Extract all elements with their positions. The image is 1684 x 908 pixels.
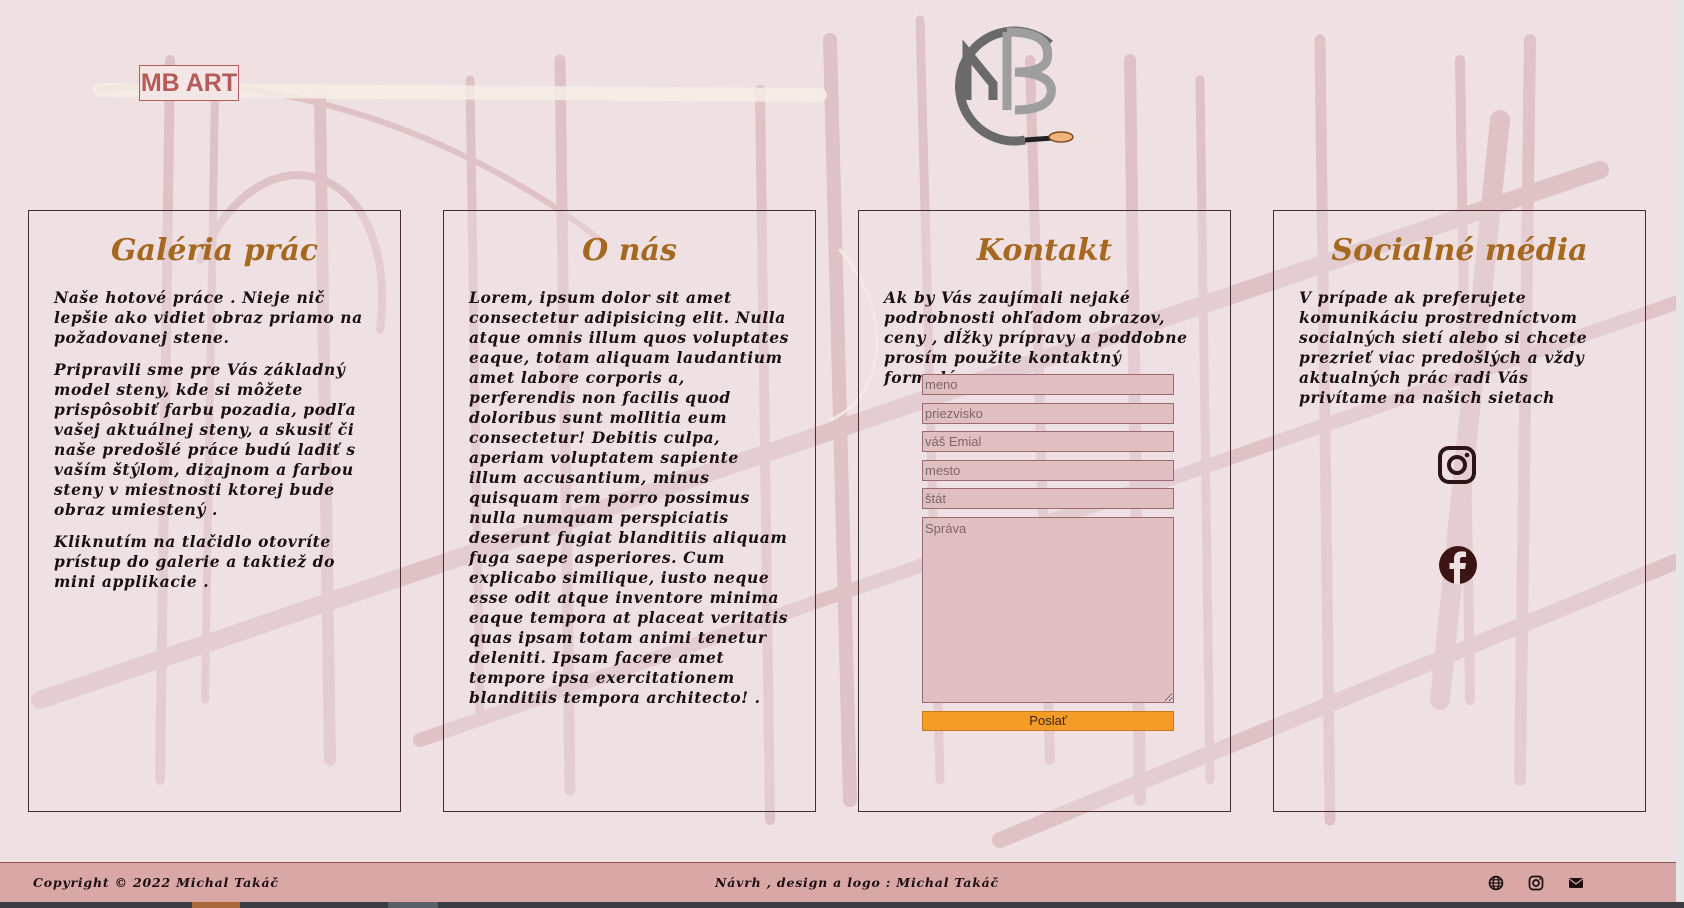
about-paragraph: Lorem, ipsum dolor sit amet consectetur …: [469, 288, 789, 707]
gallery-paragraph-1: Naše hotové práce . Nieje nič lepšie ako…: [54, 288, 363, 347]
contact-title: Kontakt: [976, 233, 1113, 268]
bottom-edge-segment: [192, 902, 240, 908]
submit-button[interactable]: Poslať: [922, 710, 1174, 731]
globe-icon[interactable]: [1488, 875, 1504, 891]
city-input[interactable]: [922, 459, 1174, 481]
facebook-icon[interactable]: [1438, 545, 1478, 585]
message-textarea[interactable]: [922, 516, 1174, 703]
footer-copyright: Copyright © 2022 Michal Takáč: [33, 875, 279, 890]
contact-form: Poslať: [922, 374, 1174, 731]
country-input[interactable]: [922, 488, 1174, 509]
last-name-input[interactable]: [922, 402, 1174, 424]
gallery-paragraph-3: Kliknutím na tlačidlo otovríte prístup d…: [54, 532, 336, 591]
about-title: O nás: [582, 233, 677, 268]
mb-art-logo[interactable]: MB ART: [139, 65, 239, 101]
first-name-input[interactable]: [922, 374, 1174, 395]
mb-brand-logo[interactable]: [955, 22, 1075, 148]
contact-paragraph: Ak by Vás zaujímali nejaké podrobnosti o…: [884, 288, 1188, 387]
gallery-paragraph-2: Pripravili sme pre Vás základný model st…: [54, 360, 357, 519]
social-title: Socialné média: [1331, 233, 1588, 268]
footer-design-credit: Návrh , design a logo : Michal Takáč: [715, 875, 999, 890]
card-social: Socialné média V prípade ak preferujete …: [1273, 210, 1646, 812]
footer: Copyright © 2022 Michal Takáč Návrh , de…: [0, 862, 1676, 903]
instagram-icon[interactable]: [1528, 875, 1544, 891]
instagram-icon[interactable]: [1437, 445, 1477, 485]
bottom-edge-bar: [0, 902, 1684, 908]
card-gallery[interactable]: Galéria prác Naše hotové práce . Nieje n…: [28, 210, 401, 812]
scrollbar-track[interactable]: [1676, 0, 1684, 908]
bottom-edge-segment: [388, 902, 438, 908]
email-input[interactable]: [922, 431, 1174, 452]
envelope-icon[interactable]: [1568, 875, 1584, 891]
gallery-title: Galéria prác: [110, 233, 319, 268]
social-paragraph: V prípade ak preferujete komunikáciu pro…: [1299, 288, 1588, 407]
card-about: O nás Lorem, ipsum dolor sit amet consec…: [443, 210, 816, 812]
